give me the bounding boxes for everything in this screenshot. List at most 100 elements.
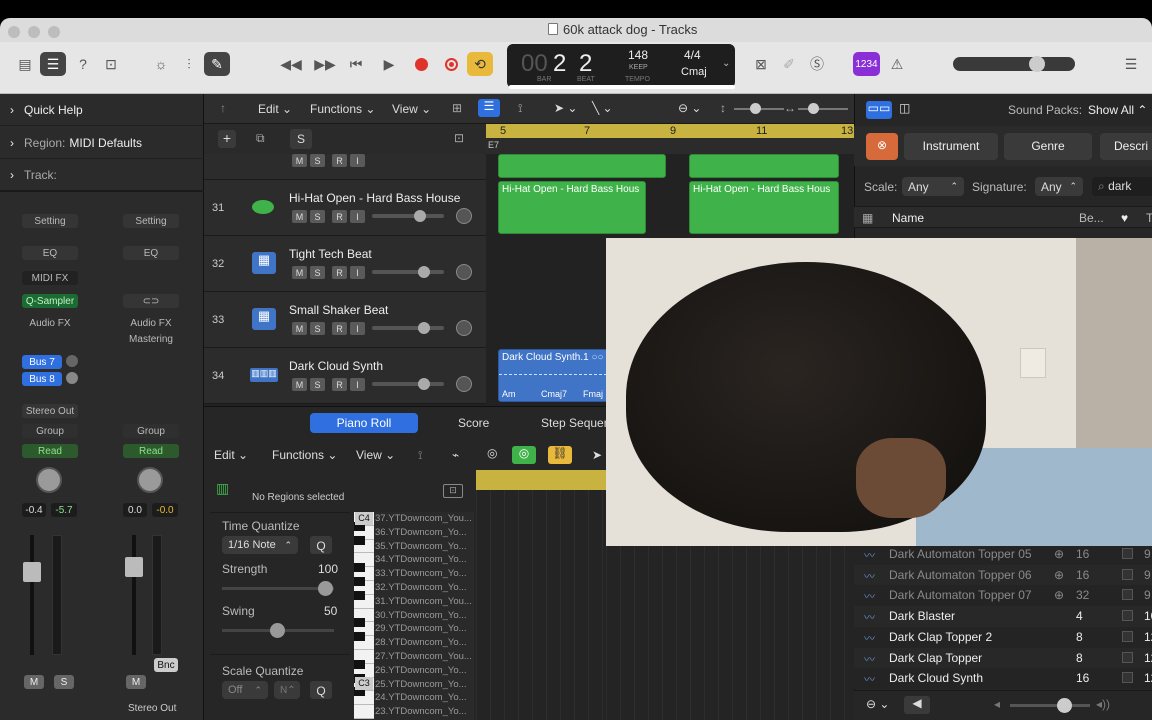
zoom-window-button[interactable] bbox=[48, 26, 60, 38]
piano-black-key[interactable] bbox=[354, 535, 365, 545]
track-volume-slider[interactable] bbox=[372, 378, 444, 390]
smart-controls-icon[interactable]: ☼ bbox=[148, 52, 174, 76]
filter-genre[interactable]: Genre bbox=[1004, 133, 1092, 160]
strip1-volume-fader[interactable] bbox=[23, 562, 41, 582]
midi-in-icon[interactable]: ◎ bbox=[487, 446, 497, 460]
strip1-solo-button[interactable]: S bbox=[54, 675, 74, 689]
strip2-pan-knob[interactable] bbox=[137, 467, 163, 493]
solo-button[interactable]: S bbox=[310, 154, 325, 167]
editors-icon[interactable]: ✎ bbox=[204, 52, 230, 76]
midi-display-badge[interactable]: 1234 bbox=[853, 52, 880, 76]
scale-type-select[interactable]: N⌃ bbox=[274, 681, 300, 699]
mute-button[interactable]: M bbox=[292, 378, 307, 391]
browser-row[interactable]: 〰 Dark Automaton Topper 05 ⊕ 16 9 bbox=[854, 544, 1152, 565]
list-view-icon[interactable]: ☰ bbox=[478, 99, 500, 117]
track-volume-slider[interactable] bbox=[372, 322, 444, 334]
tracks-functions-menu[interactable]: Functions ⌄ bbox=[310, 102, 375, 116]
count-in-icon[interactable]: Ⓢ bbox=[804, 52, 830, 76]
record-enable-button[interactable]: R bbox=[332, 154, 347, 167]
library-icon[interactable]: ▤ bbox=[12, 52, 38, 76]
filter-descriptors[interactable]: Descri bbox=[1100, 133, 1152, 160]
track-name[interactable]: Dark Cloud Synth bbox=[289, 359, 383, 373]
strip2-mastering[interactable]: Mastering bbox=[123, 332, 179, 346]
reset-filter-icon[interactable]: ⊗ bbox=[866, 133, 898, 160]
track-pan-knob[interactable] bbox=[456, 320, 472, 336]
replace-record-icon[interactable] bbox=[438, 52, 464, 76]
ruler-bar[interactable]: 5 7 9 11 13 bbox=[486, 124, 854, 138]
mute-button[interactable]: M bbox=[292, 154, 307, 167]
input-monitor-button[interactable]: I bbox=[350, 210, 365, 223]
strip2-bounce-button[interactable]: Bnc bbox=[154, 658, 178, 672]
midi-out-icon[interactable]: ◎ bbox=[512, 446, 536, 464]
quick-help-icon[interactable]: ? bbox=[70, 52, 96, 76]
strip2-setting[interactable]: Setting bbox=[123, 214, 179, 228]
catch-icon[interactable]: ⟟ bbox=[418, 448, 422, 463]
strip2-automation[interactable]: Read bbox=[123, 444, 179, 458]
browser-row[interactable]: 〰 Dark Clap Topper 8 12 bbox=[854, 647, 1152, 669]
track-row[interactable]: › Track: bbox=[0, 160, 204, 192]
track-32[interactable]: 32 ▦ Tight Tech Beat M S R I bbox=[204, 236, 486, 292]
strip2-mute-button[interactable]: M bbox=[126, 675, 146, 689]
preview-volume-slider[interactable] bbox=[1010, 698, 1090, 713]
record-enable-button[interactable]: R bbox=[332, 378, 347, 391]
piano-black-key[interactable] bbox=[354, 632, 365, 642]
input-monitor-button[interactable]: I bbox=[350, 154, 365, 167]
scale-root-select[interactable]: Off ⌃ bbox=[222, 681, 268, 699]
global-solo-button[interactable]: S bbox=[290, 129, 312, 149]
editor-edit-menu[interactable]: Edit ⌄ bbox=[214, 448, 248, 462]
download-icon[interactable]: ⊕ bbox=[1054, 568, 1064, 582]
filter-instrument[interactable]: Instrument bbox=[904, 133, 998, 160]
favorite-checkbox[interactable] bbox=[1122, 548, 1133, 559]
signature-select[interactable]: Any ⌃ bbox=[1035, 177, 1083, 196]
automation-icon[interactable]: ⌁ bbox=[452, 448, 459, 462]
cycle-icon[interactable]: ⟲ bbox=[467, 52, 493, 76]
horizontal-zoom-icon[interactable]: ↔ bbox=[784, 101, 796, 115]
strip1-eq[interactable]: EQ bbox=[22, 246, 78, 260]
horizontal-zoom-slider[interactable] bbox=[798, 103, 848, 114]
column-name[interactable]: Name bbox=[892, 211, 924, 225]
list-editors-icon[interactable]: ⊠ bbox=[748, 52, 774, 76]
track-34[interactable]: 34 ▥▥▥ Dark Cloud Synth M S R I bbox=[204, 348, 486, 404]
favorite-checkbox[interactable] bbox=[1122, 568, 1133, 580]
piano-black-key[interactable] bbox=[354, 618, 365, 628]
strip1-instrument[interactable]: Q-Sampler bbox=[22, 294, 78, 308]
strip1-group[interactable]: Group bbox=[22, 424, 78, 438]
send-knob[interactable] bbox=[66, 372, 78, 384]
grid-view-icon[interactable]: ⊞ bbox=[452, 101, 462, 115]
piano-black-key[interactable] bbox=[354, 563, 365, 573]
region-row[interactable]: › Region: MIDI Defaults bbox=[0, 127, 204, 159]
pencil-tool-icon[interactable]: ╲ ⌄ bbox=[592, 101, 613, 115]
column-view-icon[interactable]: ◫ bbox=[899, 101, 910, 115]
browser-row[interactable]: 〰 Dark Blaster 4 10 bbox=[854, 606, 1152, 628]
track-31[interactable]: 31 Hi-Hat Open - Hard Bass House M S R I bbox=[204, 180, 486, 236]
master-volume-knob[interactable] bbox=[1029, 56, 1045, 72]
tuner-icon[interactable]: ⚠ bbox=[884, 52, 910, 76]
note-grid[interactable] bbox=[606, 546, 854, 720]
tab-piano-roll[interactable]: Piano Roll bbox=[310, 413, 418, 433]
input-monitor-button[interactable]: I bbox=[350, 322, 365, 335]
strip1-setting[interactable]: Setting bbox=[22, 214, 78, 228]
pointer-tool-icon[interactable]: ➤ bbox=[592, 448, 602, 462]
link-icon[interactable]: ⛓ bbox=[548, 446, 572, 464]
favorite-checkbox[interactable] bbox=[1122, 651, 1133, 663]
piano-black-key[interactable] bbox=[354, 577, 365, 586]
browser-row[interactable]: 〰 Dark Automaton Topper 06 ⊕ 16 9 bbox=[854, 564, 1152, 586]
search-field[interactable]: ⌕ dark bbox=[1092, 177, 1152, 196]
download-icon[interactable]: ⊕ bbox=[1054, 588, 1064, 602]
tab-step-sequencer[interactable]: Step Sequen bbox=[541, 416, 607, 430]
record-enable-button[interactable]: R bbox=[332, 266, 347, 279]
strip2-audio-fx[interactable]: Audio FX bbox=[123, 316, 179, 330]
input-monitor-button[interactable]: I bbox=[350, 266, 365, 279]
waveform-zoom-icon[interactable]: ⊖ ⌄ bbox=[678, 101, 701, 115]
favorite-checkbox[interactable] bbox=[1122, 589, 1133, 601]
strip1-midi-fx[interactable]: MIDI FX bbox=[22, 271, 78, 285]
catch-icon[interactable]: ⟟ bbox=[518, 101, 522, 116]
strip1-pan-knob[interactable] bbox=[36, 467, 62, 493]
note-grid[interactable] bbox=[476, 490, 606, 720]
scale-select[interactable]: Any ⌃ bbox=[902, 177, 964, 196]
track-name[interactable]: Small Shaker Beat bbox=[289, 303, 388, 317]
strip2-eq[interactable]: EQ bbox=[123, 246, 179, 260]
lcd-chevron-down-icon[interactable]: ⌄ bbox=[722, 58, 730, 69]
speaker-icon[interactable]: ◀ bbox=[904, 696, 930, 714]
note-pad-icon[interactable]: ✐ bbox=[776, 52, 802, 76]
